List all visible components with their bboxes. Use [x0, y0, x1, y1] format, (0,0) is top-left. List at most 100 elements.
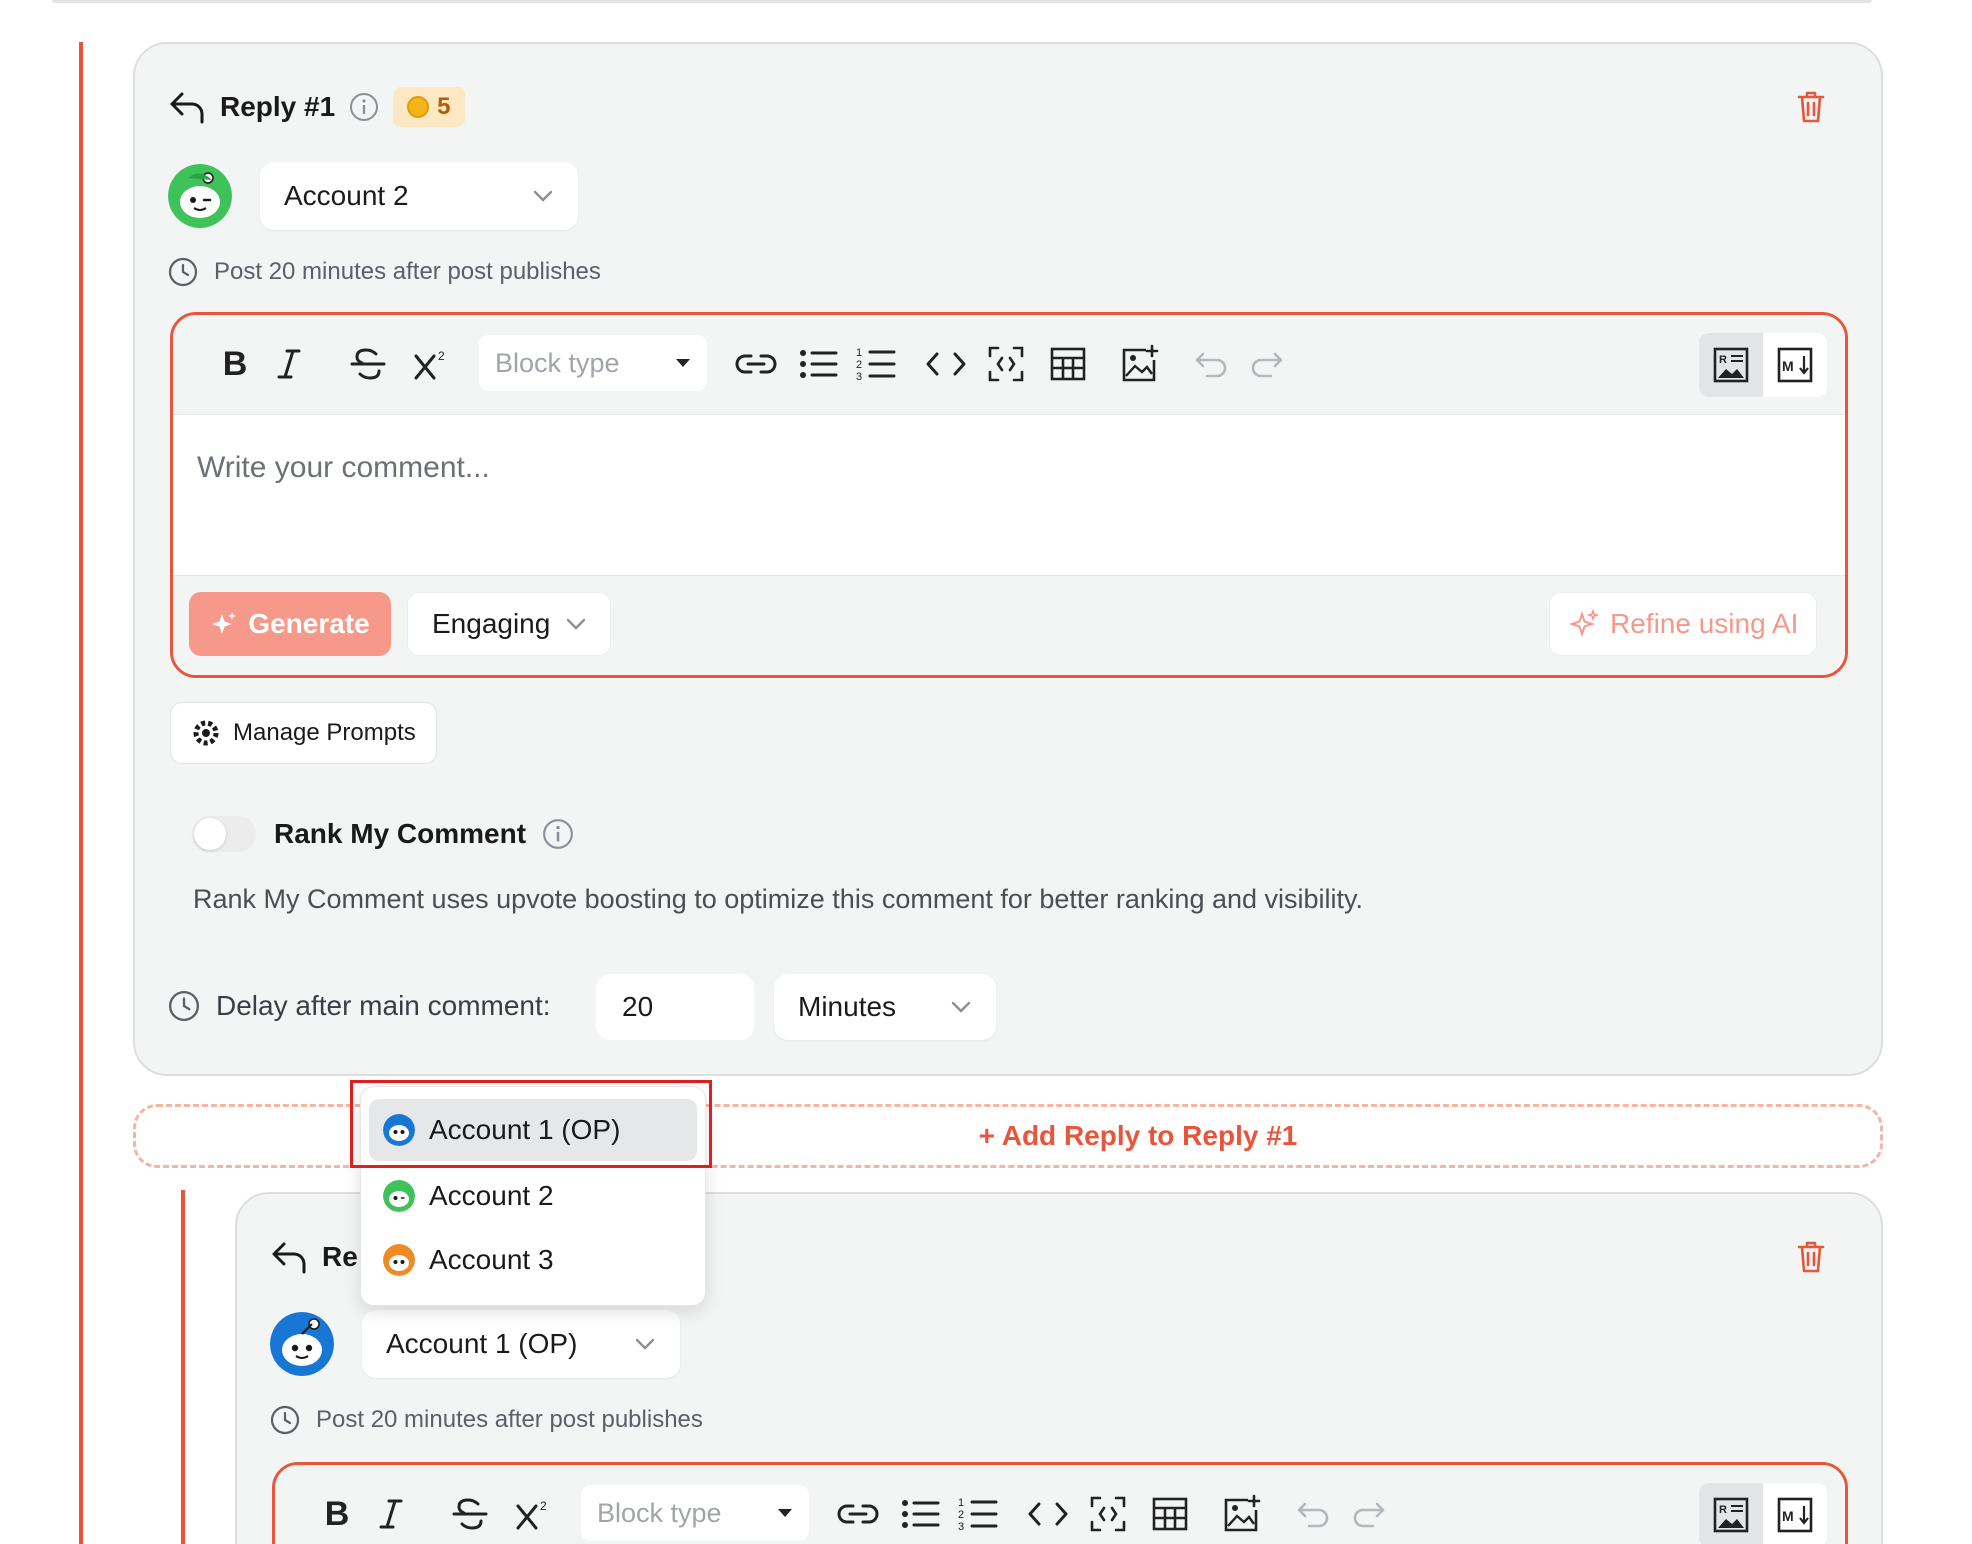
view-mode-toggle: R M	[1699, 1483, 1827, 1544]
refine-ai-button[interactable]: Refine using AI	[1549, 592, 1818, 656]
sparkle-outline-icon	[1568, 608, 1600, 640]
info-icon[interactable]	[349, 92, 379, 122]
bold-icon[interactable]: B	[215, 337, 255, 391]
table-icon[interactable]	[1147, 1487, 1193, 1541]
chevron-down-icon	[634, 1337, 656, 1351]
clock-icon	[168, 990, 200, 1022]
strikethrough-icon[interactable]	[447, 1487, 493, 1541]
block-type-placeholder: Block type	[495, 347, 620, 378]
tone-select[interactable]: Engaging	[407, 592, 612, 656]
credit-badge: 5	[393, 87, 465, 127]
code-icon[interactable]	[1023, 1487, 1073, 1541]
account-option-label: Account 2	[429, 1180, 554, 1211]
avatar-account-2-icon	[383, 1180, 415, 1212]
rank-comment-toggle[interactable]	[192, 816, 256, 852]
redo-icon[interactable]	[1349, 1487, 1389, 1541]
toggle-knob	[194, 818, 226, 850]
thread-line-inner	[181, 1190, 185, 1544]
svg-text:3: 3	[958, 1521, 964, 1533]
editor-toolbar: B 2 Block type 123 R M	[275, 1465, 1845, 1544]
delay-label: Delay after main comment:	[216, 990, 551, 1021]
link-icon[interactable]	[733, 337, 779, 391]
delay-row: Delay after main comment:	[168, 984, 551, 1028]
italic-icon[interactable]	[269, 337, 309, 391]
schedule-text: Post 20 minutes after post publishes	[316, 1406, 703, 1433]
delete-reply-2-button[interactable]	[1796, 1240, 1826, 1274]
clock-icon	[270, 1405, 300, 1435]
avatar-account-1	[270, 1312, 334, 1376]
undo-icon[interactable]	[1293, 1487, 1333, 1541]
numbered-list-icon[interactable]: 123	[955, 1487, 1001, 1541]
image-icon[interactable]	[1219, 1487, 1265, 1541]
svg-text:3: 3	[856, 371, 862, 383]
reply-title: Reply #1	[220, 91, 336, 122]
avatar-account-2	[168, 164, 232, 228]
manage-prompts-button[interactable]: Manage Prompts	[170, 702, 437, 764]
account-select-reply-1[interactable]: Account 2	[260, 162, 578, 230]
reply-header-2: Re	[270, 1234, 358, 1280]
block-type-select[interactable]: Block type	[581, 1485, 809, 1541]
svg-text:R: R	[1719, 354, 1727, 366]
trash-icon	[1797, 91, 1825, 123]
reply-header-1: Reply #1 5	[168, 82, 465, 132]
code-icon[interactable]	[921, 337, 971, 391]
link-icon[interactable]	[835, 1487, 881, 1541]
italic-icon[interactable]	[371, 1487, 411, 1541]
superscript-icon[interactable]: 2	[511, 1487, 557, 1541]
svg-text:2: 2	[438, 349, 445, 363]
clock-icon	[168, 257, 198, 287]
caret-down-icon	[675, 358, 691, 368]
chevron-down-icon	[532, 189, 554, 203]
account-option-3[interactable]: Account 3	[369, 1229, 697, 1291]
bold-icon[interactable]: B	[317, 1487, 357, 1541]
manage-prompts-label: Manage Prompts	[233, 719, 416, 746]
block-type-select[interactable]: Block type	[479, 335, 707, 391]
bullet-list-icon[interactable]	[795, 337, 841, 391]
chevron-down-icon	[566, 618, 586, 630]
reply-title-2: Re	[322, 1241, 358, 1272]
svg-text:1: 1	[958, 1497, 964, 1509]
image-icon[interactable]	[1117, 337, 1163, 391]
account-option-label: Account 3	[429, 1244, 554, 1275]
bullet-list-icon[interactable]	[897, 1487, 943, 1541]
table-icon[interactable]	[1045, 337, 1091, 391]
account-select-value: Account 2	[284, 180, 409, 211]
code-block-icon[interactable]	[983, 337, 1029, 391]
superscript-icon[interactable]: 2	[409, 337, 455, 391]
trash-icon	[1797, 1241, 1825, 1273]
generate-button[interactable]: Generate	[189, 592, 391, 656]
editor-footer: Generate Engaging Refine using AI	[173, 575, 1845, 675]
info-icon[interactable]	[542, 818, 574, 850]
delete-reply-1-button[interactable]	[1796, 90, 1826, 124]
account-option-2[interactable]: Account 2	[369, 1165, 697, 1227]
rank-label-row: Rank My Comment	[274, 814, 574, 854]
schedule-info-2: Post 20 minutes after post publishes	[270, 1402, 703, 1438]
top-divider	[52, 0, 1872, 3]
redo-icon[interactable]	[1247, 337, 1287, 391]
rank-comment-label: Rank My Comment	[274, 818, 527, 849]
svg-text:M: M	[1782, 358, 1794, 374]
undo-icon[interactable]	[1191, 337, 1231, 391]
account-select-reply-2[interactable]: Account 1 (OP)	[362, 1310, 680, 1378]
markdown-view-icon[interactable]: M	[1763, 1483, 1827, 1544]
delay-value-input[interactable]: 20	[596, 974, 754, 1040]
svg-text:M: M	[1782, 1508, 1794, 1524]
view-mode-toggle: R M	[1699, 333, 1827, 397]
delay-value: 20	[622, 991, 654, 1022]
caret-down-icon	[777, 1508, 793, 1518]
refine-label: Refine using AI	[1610, 608, 1799, 639]
markdown-view-icon[interactable]: M	[1763, 333, 1827, 397]
tone-value: Engaging	[432, 608, 551, 639]
numbered-list-icon[interactable]: 123	[853, 337, 899, 391]
gear-icon	[191, 718, 221, 748]
svg-text:2: 2	[958, 1509, 964, 1521]
rich-text-view-icon[interactable]: R	[1699, 333, 1763, 397]
rich-text-view-icon[interactable]: R	[1699, 1483, 1763, 1544]
highlight-box	[350, 1080, 712, 1168]
comment-placeholder[interactable]: Write your comment...	[197, 451, 490, 485]
editor-toolbar: B 2 Block type 123 R M	[173, 315, 1845, 415]
delay-unit-select[interactable]: Minutes	[774, 974, 996, 1040]
code-block-icon[interactable]	[1085, 1487, 1131, 1541]
comment-editor-1: B 2 Block type 123 R M Write your commen…	[170, 312, 1848, 678]
strikethrough-icon[interactable]	[345, 337, 391, 391]
